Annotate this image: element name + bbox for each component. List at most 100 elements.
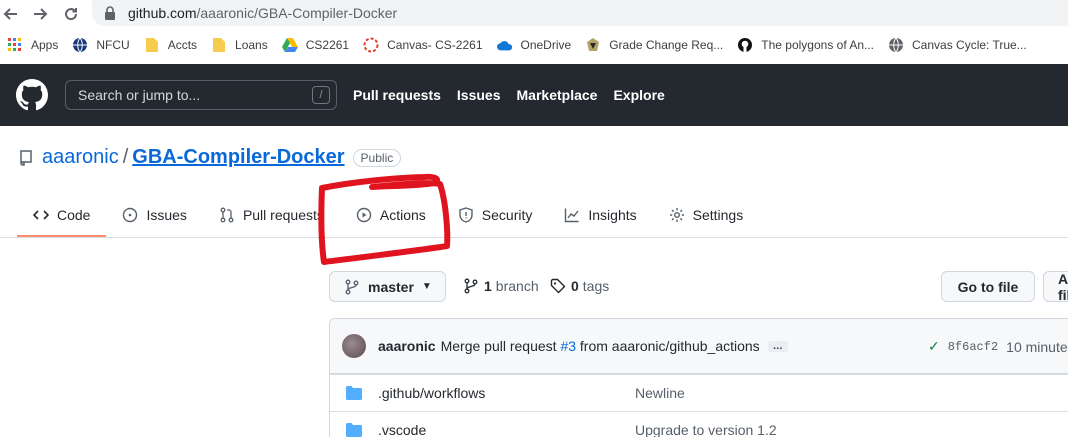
branch-label: branch	[495, 278, 539, 294]
commit-time: 10 minutes ago	[1006, 338, 1068, 355]
latest-commit: aaaronic Merge pull request #3 from aaar…	[330, 319, 1068, 374]
tags-link[interactable]: 0 tags	[550, 278, 609, 294]
apps-grid-icon	[7, 37, 23, 53]
google-drive-icon	[281, 37, 298, 53]
nav-explore[interactable]: Explore	[613, 87, 664, 103]
tag-label: tags	[582, 278, 610, 294]
tab-security[interactable]: Security	[442, 193, 549, 237]
bookmark-label: Grade Change Req...	[609, 38, 724, 52]
gt-icon	[585, 37, 601, 53]
repo-owner-link[interactable]: aaaronic	[42, 146, 119, 169]
tab-label: Settings	[692, 207, 744, 223]
commit-message[interactable]: Merge pull request #3 from aaaronic/gith…	[441, 338, 760, 354]
search-input[interactable]: Search or jump to... /	[65, 80, 337, 110]
url-host: github.com	[128, 5, 197, 21]
bookmark-accts[interactable]: Accts	[137, 30, 204, 60]
tab-label: Code	[57, 207, 91, 223]
add-file-button[interactable]: Add file	[1043, 271, 1068, 303]
tag-count: 0	[571, 278, 579, 294]
tab-label: Issues	[146, 207, 187, 223]
tab-label: Insights	[588, 207, 637, 223]
header-nav: Pull requests Issues Marketplace Explore	[353, 64, 681, 126]
file-name-link[interactable]: .vscode	[378, 422, 426, 437]
repo-name-link[interactable]: GBA-Compiler-Docker	[132, 146, 344, 169]
address-bar[interactable]: github.com/aaaronic/GBA-Compiler-Docker	[92, 0, 1068, 26]
tag-icon	[550, 278, 566, 294]
file-name-link[interactable]: .github/workflows	[378, 385, 485, 401]
github-logo-icon[interactable]	[16, 79, 48, 111]
list-item[interactable]: .vscode Upgrade to version 1.2	[330, 411, 1068, 437]
bookmark-onedrive[interactable]: OneDrive	[490, 30, 579, 60]
bookmark-label: The polygons of An...	[761, 38, 875, 52]
git-branch-icon	[344, 279, 360, 295]
commit-author-link[interactable]: aaaronic	[378, 338, 436, 354]
check-icon[interactable]: ✓	[928, 338, 940, 355]
bookmark-label: Accts	[167, 38, 198, 52]
tab-insights[interactable]: Insights	[548, 193, 652, 237]
commit-message-suffix: from aaaronic/github_actions	[579, 338, 760, 354]
tab-issues[interactable]: Issues	[106, 193, 202, 237]
tab-pull-requests[interactable]: Pull requests	[203, 193, 340, 237]
tab-code[interactable]: Code	[17, 193, 107, 237]
bookmark-grade-change[interactable]: Grade Change Req...	[578, 30, 730, 60]
onedrive-icon	[496, 37, 513, 53]
forward-arrow-icon[interactable]	[29, 3, 51, 25]
shield-icon	[458, 207, 474, 223]
branch-count: 1	[484, 278, 492, 294]
repo-icon	[18, 149, 34, 166]
bookmark-label: CS2261	[305, 38, 350, 52]
repo-separator: /	[122, 146, 129, 168]
go-to-file-button[interactable]: Go to file	[941, 271, 1035, 302]
search-shortcut-key: /	[312, 86, 330, 104]
bookmark-canvas-cycle[interactable]: Canvas Cycle: True...	[881, 30, 1034, 60]
graph-icon	[564, 207, 580, 223]
github-icon	[737, 37, 753, 53]
repo-tabs: Code Issues Pull requests Actions Securi…	[17, 193, 759, 237]
tabs-divider	[0, 237, 1068, 238]
globe-icon	[888, 37, 904, 53]
caret-down-icon: ▼	[421, 281, 432, 292]
bookmark-nfcu[interactable]: NFCU	[65, 30, 136, 60]
search-placeholder: Search or jump to...	[78, 87, 201, 103]
bookmark-label: Loans	[235, 38, 268, 52]
bookmark-label: Canvas- CS-2261	[387, 38, 483, 52]
pull-request-icon	[219, 207, 235, 223]
tab-label: Security	[481, 207, 533, 223]
bookmarks-bar: Apps NFCU Accts Loans CS2261 Canvas- CS-…	[0, 30, 1068, 60]
pr-link[interactable]: #3	[560, 338, 576, 354]
branch-selector[interactable]: master ▼	[329, 271, 446, 302]
folder-icon	[346, 423, 362, 437]
issue-icon	[122, 207, 138, 223]
nav-marketplace[interactable]: Marketplace	[517, 87, 598, 103]
tab-actions[interactable]: Actions	[340, 193, 442, 237]
bookmark-canvas[interactable]: Canvas- CS-2261	[356, 30, 489, 60]
back-arrow-icon[interactable]	[0, 3, 22, 25]
reload-icon[interactable]	[60, 3, 82, 25]
git-branch-icon	[463, 278, 479, 294]
tab-settings[interactable]: Settings	[653, 193, 760, 237]
bookmark-apps[interactable]: Apps	[0, 30, 65, 60]
file-browser: aaaronic Merge pull request #3 from aaar…	[329, 318, 1068, 437]
browser-toolbar: github.com/aaaronic/GBA-Compiler-Docker	[0, 0, 1068, 28]
branches-link[interactable]: 1 branch	[463, 278, 539, 294]
avatar[interactable]	[342, 334, 366, 358]
tab-label: Pull requests	[242, 207, 324, 223]
bookmark-label: Canvas Cycle: True...	[912, 38, 1027, 52]
nav-issues[interactable]: Issues	[457, 87, 501, 103]
code-icon	[33, 207, 49, 223]
url-path: /aaaronic/GBA-Compiler-Docker	[196, 5, 398, 21]
bookmark-polygons[interactable]: The polygons of An...	[730, 30, 881, 60]
list-item[interactable]: .github/workflows Newline	[330, 374, 1068, 411]
expand-commit-button[interactable]: …	[767, 340, 788, 352]
bookmark-label: NFCU	[96, 38, 130, 52]
tab-label: Actions	[379, 207, 426, 223]
commit-message-prefix: Merge pull request	[440, 338, 557, 354]
nav-pull-requests[interactable]: Pull requests	[353, 87, 441, 103]
bookmark-cs2261[interactable]: CS2261	[275, 30, 356, 60]
file-commit-message[interactable]: Newline	[635, 385, 685, 401]
commit-sha[interactable]: 8f6acf2	[948, 340, 998, 354]
lock-icon	[104, 6, 118, 20]
bookmark-label: OneDrive	[520, 38, 572, 52]
bookmark-loans[interactable]: Loans	[204, 30, 275, 60]
file-commit-message[interactable]: Upgrade to version 1.2	[635, 422, 777, 437]
